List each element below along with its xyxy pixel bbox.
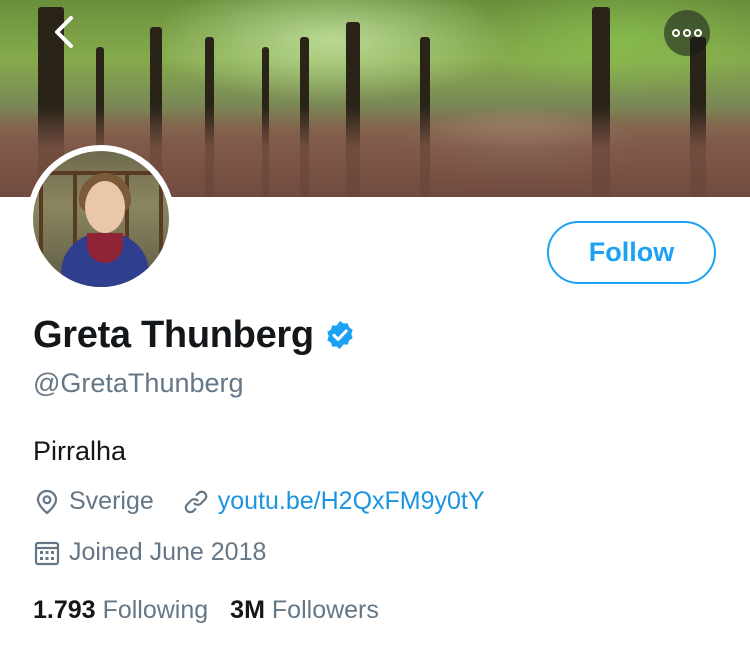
followers-label: Followers [271, 596, 379, 624]
followers-count: 3M [230, 596, 265, 624]
avatar-image [33, 151, 169, 287]
profile-meta-joined: Joined June 2018 [33, 538, 266, 567]
back-button[interactable] [42, 10, 86, 54]
profile-website-link[interactable]: youtu.be/H2QxFM9y0tY [218, 487, 485, 516]
profile-joined-date: Joined June 2018 [69, 538, 267, 566]
verified-badge-icon [327, 321, 353, 349]
following-label: Following [102, 596, 209, 624]
more-options-icon [672, 29, 702, 37]
profile-location: Sverige [69, 487, 154, 515]
location-pin-icon [36, 489, 58, 514]
more-options-button[interactable] [664, 10, 710, 56]
followers-stat[interactable]: 3M Followers [230, 596, 379, 625]
profile-stats: 1.793 Following 3M Followers [33, 596, 379, 625]
display-name: Greta Thunberg [33, 313, 314, 356]
profile-bio: Pirralha [33, 436, 127, 466]
following-count: 1.793 [33, 596, 96, 624]
calendar-icon [34, 541, 60, 565]
follow-button[interactable]: Follow [547, 221, 716, 284]
link-icon [184, 490, 208, 513]
profile-meta-location-website: Sverige youtu.be/H2QxFM9y0tY [33, 487, 485, 516]
chevron-left-icon [55, 16, 73, 48]
profile-handle: @GretaThunberg [33, 368, 244, 398]
profile-avatar[interactable] [27, 145, 175, 293]
profile-name-row: Greta Thunberg [33, 309, 356, 361]
following-stat[interactable]: 1.793 Following [33, 596, 208, 625]
